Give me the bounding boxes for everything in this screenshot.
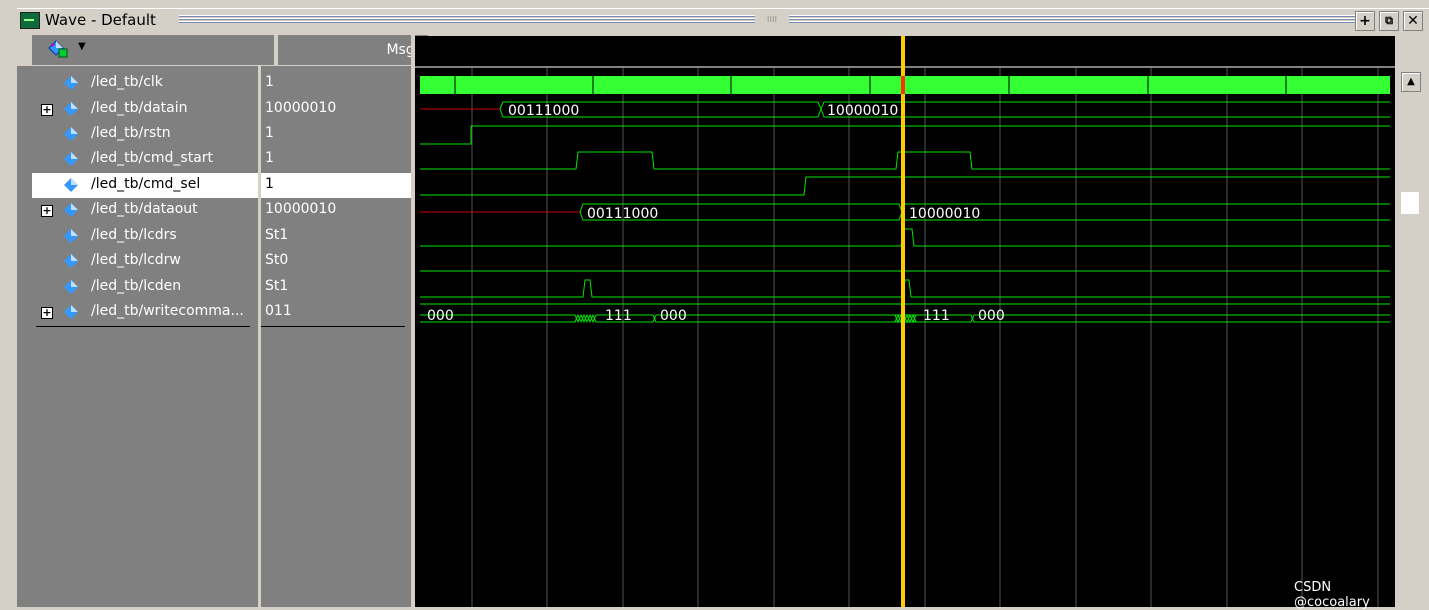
writecmd-seg-1: 111 xyxy=(605,308,632,324)
signal-diamond-icon xyxy=(64,305,78,319)
signal-value: 10000010 xyxy=(265,100,337,116)
signal-value: 1 xyxy=(265,150,274,166)
signal-diamond-icon xyxy=(64,229,78,243)
close-icon[interactable]: ✕ xyxy=(1403,11,1423,31)
watermark: CSDN @cocoalary xyxy=(1294,580,1370,610)
signal-name: /led_tb/cmd_start xyxy=(91,150,214,166)
signal-row[interactable]: /led_tb/clk 1 xyxy=(32,71,411,96)
writecmd-seg-3: 111 xyxy=(923,308,950,324)
signal-value: 1 xyxy=(265,74,274,90)
insertion-marker xyxy=(36,326,250,327)
writecmd-seg-4: 000 xyxy=(978,308,1005,324)
signal-row[interactable]: /led_tb/lcden St1 xyxy=(32,275,411,300)
signal-diamond-icon xyxy=(64,152,78,166)
signal-row[interactable]: /led_tb/lcdrw St0 xyxy=(32,249,411,274)
datain-seg-1: 00111000 xyxy=(508,103,579,119)
row-gutter xyxy=(17,66,32,607)
scroll-up-icon[interactable]: ▲ xyxy=(1401,72,1421,92)
signal-row[interactable]: + /led_tb/dataout 10000010 xyxy=(32,198,411,223)
insertion-marker xyxy=(261,326,405,327)
signal-diamond-icon xyxy=(64,178,78,192)
msgs-header: Msgs xyxy=(278,35,428,65)
waveform-pane[interactable]: 00111000 10000010 00111000 10000010 000 … xyxy=(415,36,1395,610)
time-cursor[interactable] xyxy=(901,36,905,607)
dataout-seg-2: 10000010 xyxy=(909,206,980,222)
dock-button[interactable]: + xyxy=(1355,11,1375,31)
signal-diamond-icon xyxy=(64,76,78,90)
chevron-down-icon[interactable]: ▼ xyxy=(78,41,86,52)
signal-diamond-icon xyxy=(64,127,78,141)
grip-handle-icon[interactable]: ⁝⁝⁝⁝ xyxy=(755,14,789,25)
signal-diamond-icon xyxy=(64,203,78,217)
scroll-thumb[interactable] xyxy=(1401,192,1419,214)
signal-row[interactable]: /led_tb/lcdrs St1 xyxy=(32,224,411,249)
expand-icon[interactable]: + xyxy=(41,104,53,116)
signal-row[interactable]: + /led_tb/writecomma... 011 xyxy=(32,300,411,327)
signal-name: /led_tb/dataout xyxy=(91,201,198,217)
window-title: Wave - Default xyxy=(45,11,156,29)
writecmd-seg-2: 000 xyxy=(660,308,687,324)
expand-icon[interactable]: + xyxy=(41,205,53,217)
signal-names-header: ▼ xyxy=(32,35,276,65)
signal-name: /led_tb/clk xyxy=(91,74,163,90)
signal-name: /led_tb/rstn xyxy=(91,125,171,141)
signal-diamond-icon xyxy=(64,102,78,116)
add-signal-icon[interactable] xyxy=(48,40,68,60)
expand-icon[interactable]: + xyxy=(41,307,53,319)
signal-diamond-icon xyxy=(64,280,78,294)
signal-diamond-icon xyxy=(64,254,78,268)
signal-name: /led_tb/lcdrw xyxy=(91,252,181,268)
signal-name: /led_tb/writecomma... xyxy=(91,303,244,319)
signal-name: /led_tb/lcden xyxy=(91,278,182,294)
wave-window-icon xyxy=(20,12,40,29)
writecmd-seg-0: 000 xyxy=(427,308,454,324)
waveform-canvas[interactable]: 00111000 10000010 00111000 10000010 000 … xyxy=(415,36,1395,607)
dataout-seg-1: 00111000 xyxy=(587,206,658,222)
signal-name: /led_tb/cmd_sel xyxy=(91,176,201,192)
signal-row[interactable]: /led_tb/rstn 1 xyxy=(32,122,411,147)
signal-value: 011 xyxy=(265,303,292,319)
signal-value: 10000010 xyxy=(265,201,337,217)
vertical-scrollbar[interactable]: ▲ xyxy=(1399,66,1421,607)
undock-button[interactable]: ⧉ xyxy=(1379,11,1399,31)
signal-name: /led_tb/lcdrs xyxy=(91,227,177,243)
signal-value: St1 xyxy=(265,278,289,294)
datain-seg-2: 10000010 xyxy=(827,103,898,119)
signal-value: 1 xyxy=(265,176,274,192)
signal-row-selected[interactable]: /led_tb/cmd_sel 1 xyxy=(32,173,411,198)
signal-value: St0 xyxy=(265,252,289,268)
signal-value: St1 xyxy=(265,227,289,243)
cursor-clk-marker xyxy=(901,76,905,94)
signal-row[interactable]: /led_tb/cmd_start 1 xyxy=(32,147,411,172)
signal-row[interactable]: + /led_tb/datain 10000010 xyxy=(32,97,411,122)
time-grid xyxy=(471,68,1379,607)
window-titlebar: Wave - Default ⁝⁝⁝⁝ + ⧉ ✕ xyxy=(17,8,1429,32)
signal-name: /led_tb/datain xyxy=(91,100,188,116)
signal-value: 1 xyxy=(265,125,274,141)
